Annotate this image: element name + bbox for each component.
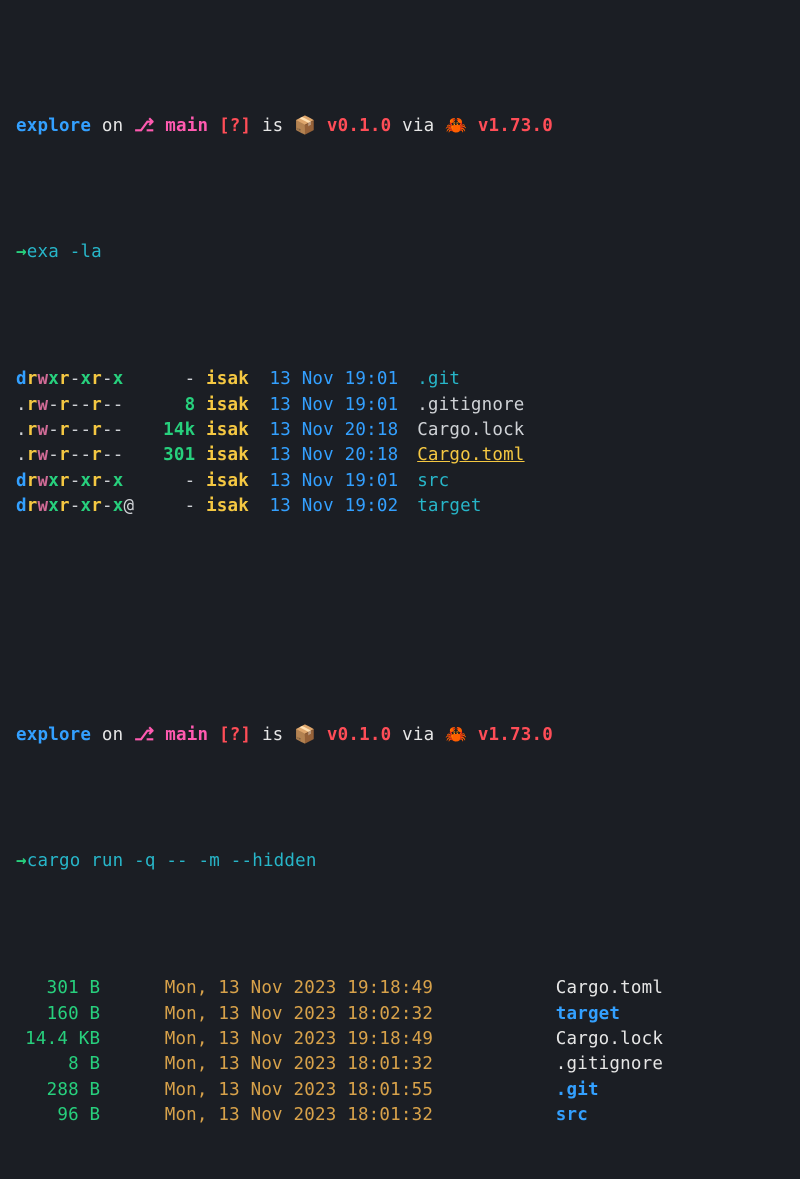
list-item: 96 B Mon, 13 Nov 2023 18:01:32 src [16, 1103, 784, 1128]
crab-icon: 🦀 [445, 116, 467, 136]
file-size: 160 B [16, 1002, 100, 1027]
branch-icon: ⎇ [134, 116, 154, 136]
file-name: .git [417, 369, 460, 389]
file-date: Mon, 13 Nov 2023 18:02:32 [165, 1002, 492, 1027]
file-date: Mon, 13 Nov 2023 18:01:32 [165, 1052, 492, 1077]
file-date: Mon, 13 Nov 2023 19:18:49 [165, 1027, 492, 1052]
command-2[interactable]: cargo run -q -- -m --hidden [27, 851, 317, 871]
prompt-line-2: explore on ⎇ main [?] is 📦 v0.1.0 via 🦀 … [16, 723, 784, 748]
prompt-on: on [102, 116, 123, 136]
exa-output: drwxr-xr-x - isak 13 Nov 19:01 .git.rw-r… [16, 367, 784, 519]
file-date: 13 Nov 19:02 [269, 494, 406, 519]
file-name: target [417, 496, 481, 516]
file-size: 14k [153, 418, 195, 443]
file-size: 288 B [16, 1078, 100, 1103]
perm: .rw-r--r-- [16, 443, 142, 468]
perm: drwxr-xr-x [16, 469, 142, 494]
file-size: 8 B [16, 1052, 100, 1077]
list-item: drwxr-xr-x@ - isak 13 Nov 19:02 target [16, 494, 784, 519]
file-name: src [556, 1103, 588, 1128]
file-size: 301 [153, 443, 195, 468]
file-date: 13 Nov 19:01 [269, 393, 406, 418]
pkg-ver: v0.1.0 [327, 725, 391, 745]
branch: main [165, 116, 208, 136]
file-date: Mon, 13 Nov 2023 19:18:49 [165, 976, 492, 1001]
file-size: 14.4 KB [16, 1027, 100, 1052]
file-owner: isak [206, 367, 259, 392]
pkg-ver: v0.1.0 [327, 116, 391, 136]
file-owner: isak [206, 494, 259, 519]
git-status: [?] [219, 725, 251, 745]
list-item: drwxr-xr-x - isak 13 Nov 19:01 .git [16, 367, 784, 392]
terminal[interactable]: explore on ⎇ main [?] is 📦 v0.1.0 via 🦀 … [0, 0, 800, 608]
perm: drwxr-xr-x@ [16, 494, 142, 519]
command-line-2[interactable]: →cargo run -q -- -m --hidden [16, 849, 784, 874]
file-name: .gitignore [417, 395, 524, 415]
prompt-line-1: explore on ⎇ main [?] is 📦 v0.1.0 via 🦀 … [16, 114, 784, 139]
rust-ver: v1.73.0 [478, 725, 553, 745]
prompt-via: via [402, 116, 434, 136]
perm: .rw-r--r-- [16, 418, 142, 443]
file-name: .gitignore [556, 1052, 663, 1077]
file-owner: isak [206, 443, 259, 468]
file-size: - [153, 367, 195, 392]
file-size: - [153, 494, 195, 519]
package-icon: 📦 [294, 725, 316, 745]
branch-icon: ⎇ [134, 725, 154, 745]
file-name: .git [556, 1078, 599, 1103]
file-size: 8 [153, 393, 195, 418]
list-item: drwxr-xr-x - isak 13 Nov 19:01 src [16, 469, 784, 494]
command-line-1[interactable]: →exa -la [16, 240, 784, 265]
list-item: .rw-r--r-- 14k isak 13 Nov 20:18 Cargo.l… [16, 418, 784, 443]
list-item: .rw-r--r-- 8 isak 13 Nov 19:01 .gitignor… [16, 393, 784, 418]
file-date: 13 Nov 19:01 [269, 469, 406, 494]
perm: .rw-r--r-- [16, 393, 142, 418]
prompt-dir: explore [16, 116, 91, 136]
file-date: Mon, 13 Nov 2023 18:01:32 [165, 1103, 492, 1128]
file-name: Cargo.lock [417, 420, 524, 440]
perm: drwxr-xr-x [16, 367, 142, 392]
file-date: 13 Nov 20:18 [269, 443, 406, 468]
branch: main [165, 725, 208, 745]
cargo-output: 301 B Mon, 13 Nov 2023 19:18:49 Cargo.to… [16, 976, 784, 1128]
rust-ver: v1.73.0 [478, 116, 553, 136]
list-item: 160 B Mon, 13 Nov 2023 18:02:32 target [16, 1002, 784, 1027]
file-owner: isak [206, 393, 259, 418]
file-owner: isak [206, 418, 259, 443]
git-status: [?] [219, 116, 251, 136]
file-name: Cargo.toml [556, 976, 663, 1001]
prompt-is: is [262, 116, 283, 136]
file-name: target [556, 1002, 620, 1027]
file-owner: isak [206, 469, 259, 494]
file-name: Cargo.toml [417, 445, 524, 465]
list-item: 14.4 KB Mon, 13 Nov 2023 19:18:49 Cargo.… [16, 1027, 784, 1052]
command-1[interactable]: exa -la [27, 242, 102, 262]
file-date: 13 Nov 20:18 [269, 418, 406, 443]
list-item: 288 B Mon, 13 Nov 2023 18:01:55 .git [16, 1078, 784, 1103]
file-date: 13 Nov 19:01 [269, 367, 406, 392]
list-item: .rw-r--r-- 301 isak 13 Nov 20:18 Cargo.t… [16, 443, 784, 468]
package-icon: 📦 [294, 116, 316, 136]
prompt-is: is [262, 725, 283, 745]
prompt-on: on [102, 725, 123, 745]
prompt-arrow: → [16, 242, 27, 262]
crab-icon: 🦀 [445, 725, 467, 745]
blank-line [16, 596, 784, 621]
file-size: 96 B [16, 1103, 100, 1128]
file-date: Mon, 13 Nov 2023 18:01:55 [165, 1078, 492, 1103]
prompt-arrow: → [16, 851, 27, 871]
prompt-via: via [402, 725, 434, 745]
file-name: Cargo.lock [556, 1027, 663, 1052]
list-item: 8 B Mon, 13 Nov 2023 18:01:32 .gitignore [16, 1052, 784, 1077]
list-item: 301 B Mon, 13 Nov 2023 19:18:49 Cargo.to… [16, 976, 784, 1001]
prompt-dir: explore [16, 725, 91, 745]
file-size: - [153, 469, 195, 494]
file-size: 301 B [16, 976, 100, 1001]
file-name: src [417, 471, 449, 491]
